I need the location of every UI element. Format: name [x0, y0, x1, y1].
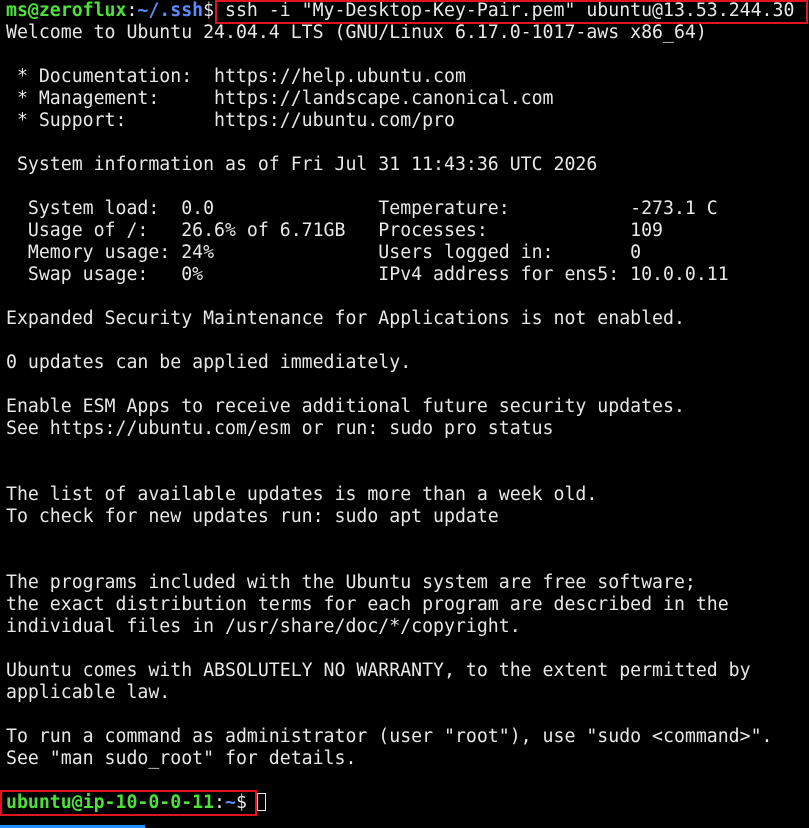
warranty-line: applicable law.: [6, 682, 171, 703]
link-label: * Documentation:: [6, 66, 215, 87]
remote-user-host: ubuntu@ip-10-0-0-11: [6, 792, 215, 813]
link-management: * Management: https://landscape.canonica…: [6, 88, 809, 110]
warranty-line: Ubuntu comes with ABSOLUTELY NO WARRANTY…: [6, 660, 751, 681]
updates-notice: 0 updates can be applied immediately.: [6, 352, 412, 373]
sysinfo-row: Usage of /: 26.6% of 6.71GB Processes: 1…: [6, 220, 809, 242]
link-support: * Support: https://ubuntu.com/pro: [6, 110, 809, 132]
prompt-separator: :: [126, 0, 138, 21]
prompt-path: ~/.ssh: [137, 0, 204, 21]
link-url[interactable]: https://landscape.canonical.com: [214, 88, 553, 109]
sysinfo-right: Users logged in: 0: [378, 242, 642, 263]
prompt-dollar: $: [235, 792, 247, 813]
text-cursor: [256, 793, 266, 811]
link-documentation: * Documentation: https://help.ubuntu.com: [6, 66, 809, 88]
sudo-hint-line: To run a command as administrator (user …: [6, 726, 773, 747]
esm-apps-notice: Enable ESM Apps to receive additional fu…: [6, 396, 685, 417]
terminal-window[interactable]: ms@zeroflux:~/.ssh$ ssh -i "My-Desktop-K…: [0, 0, 809, 828]
sysinfo-left: System load: 0.0: [6, 198, 379, 219]
prompt-separator: :: [214, 792, 225, 813]
old-list-hint: To check for new updates run: sudo apt u…: [6, 506, 499, 527]
link-url[interactable]: https://ubuntu.com/pro: [214, 110, 455, 131]
welcome-line: Welcome to Ubuntu 24.04.4 LTS (GNU/Linux…: [6, 22, 707, 43]
link-label: * Support:: [6, 110, 215, 131]
sysinfo-header: System information as of Fri Jul 31 11:4…: [6, 154, 598, 175]
prompt-line-ssh: ms@zeroflux:~/.ssh$ ssh -i "My-Desktop-K…: [6, 0, 809, 22]
sysinfo-right: IPv4 address for ens5: 10.0.0.11: [378, 264, 729, 285]
free-software-line: the exact distribution terms for each pr…: [6, 594, 729, 615]
esm-notice: Expanded Security Maintenance for Applic…: [6, 308, 685, 329]
link-url[interactable]: https://help.ubuntu.com: [214, 66, 466, 87]
link-label: * Management:: [6, 88, 215, 109]
sysinfo-left: Usage of /: 26.6% of 6.71GB: [6, 220, 379, 241]
ssh-command: ssh -i "My-Desktop-Key-Pair.pem" ubuntu@…: [214, 0, 795, 21]
sudo-hint-line: See "man sudo_root" for details.: [6, 748, 357, 769]
sysinfo-left: Swap usage: 0%: [6, 264, 379, 285]
remote-path: ~: [225, 792, 236, 813]
sysinfo-row: Memory usage: 24% Users logged in: 0: [6, 242, 809, 264]
prompt-line-remote[interactable]: ubuntu@ip-10-0-0-11:~$: [6, 792, 809, 814]
sysinfo-left: Memory usage: 24%: [6, 242, 379, 263]
sysinfo-row: System load: 0.0 Temperature: -273.1 C: [6, 198, 809, 220]
prompt-dollar: $: [203, 0, 215, 21]
esm-apps-hint: See https://ubuntu.com/esm or run: sudo …: [6, 418, 554, 439]
old-list-notice: The list of available updates is more th…: [6, 484, 598, 505]
sysinfo-right: Processes: 109: [378, 220, 663, 241]
free-software-line: The programs included with the Ubuntu sy…: [6, 572, 696, 593]
sysinfo-right: Temperature: -273.1 C: [378, 198, 718, 219]
sysinfo-row: Swap usage: 0% IPv4 address for ens5: 10…: [6, 264, 809, 286]
free-software-line: individual files in /usr/share/doc/*/cop…: [6, 616, 521, 637]
prompt-user-host: ms@zeroflux: [6, 0, 127, 21]
